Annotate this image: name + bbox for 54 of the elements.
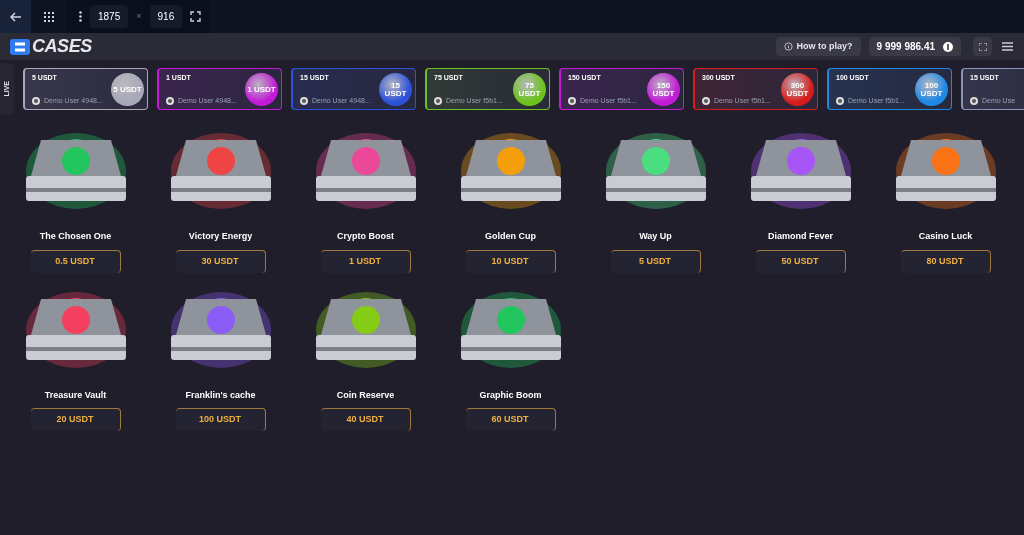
- user-avatar-icon: [300, 96, 308, 105]
- back-arrow-icon: [9, 11, 22, 22]
- price-button[interactable]: 0.5 USDT: [30, 249, 121, 273]
- user-avatar-icon: [32, 96, 40, 105]
- price-button[interactable]: 1 USDT: [320, 249, 411, 273]
- back-button[interactable]: [0, 0, 31, 33]
- times-sign: ×: [136, 9, 142, 23]
- price-button[interactable]: 50 USDT: [755, 249, 846, 273]
- width-field[interactable]: 1875: [90, 5, 129, 28]
- info-icon: [783, 42, 793, 51]
- price-button[interactable]: 100 USDT: [175, 408, 266, 431]
- case-title: Crypto Boost: [337, 230, 394, 243]
- price-button[interactable]: 80 USDT: [900, 249, 991, 273]
- case-title: Graphic Boom: [479, 388, 542, 402]
- case-title: Diamond Fever: [768, 230, 833, 243]
- logo-icon: [10, 38, 30, 55]
- price-button[interactable]: 5 USDT: [610, 249, 701, 273]
- case-title: Victory Energy: [188, 230, 253, 243]
- how-to-play-button[interactable]: How to play?: [775, 37, 861, 56]
- user-avatar-icon: [702, 96, 710, 105]
- coin-badge: 300 USDT: [781, 73, 814, 106]
- coin-badge: 100 USDT: [915, 73, 948, 106]
- user-avatar-icon: [970, 96, 978, 105]
- height-field[interactable]: 916: [149, 5, 183, 28]
- price-button[interactable]: 20 USDT: [30, 408, 121, 431]
- user-avatar-icon: [568, 96, 576, 105]
- coin-badge: 75 USDT: [513, 73, 546, 106]
- case-title: Way Up: [639, 230, 672, 243]
- expand-button[interactable]: [973, 37, 992, 56]
- case-title: Treasure Vault: [44, 388, 107, 402]
- coin-badge: 1 USDT: [245, 73, 278, 106]
- case-title: Golden Cup: [485, 230, 536, 243]
- expand-icon: [978, 42, 987, 51]
- case-title: The Chosen One: [39, 230, 112, 243]
- logo-text: CASES: [32, 35, 92, 58]
- fullscreen-icon[interactable]: [190, 11, 202, 22]
- grid-icon: [44, 11, 54, 22]
- coin-badge: 150 USDT: [647, 73, 680, 106]
- user-avatar-icon: [836, 96, 844, 105]
- case-title: Casino Luck: [918, 230, 973, 243]
- more-icon[interactable]: [79, 11, 82, 22]
- user-avatar-icon: [434, 96, 442, 105]
- case-title: Coin Reserve: [336, 388, 395, 402]
- coin-badge: 15 USDT: [379, 73, 412, 106]
- price-button[interactable]: 10 USDT: [465, 249, 556, 273]
- balance-display: 9 999 986.41: [868, 37, 961, 56]
- menu-icon: [1001, 42, 1013, 51]
- coin-badge: 5 USDT: [111, 73, 144, 106]
- price-button[interactable]: 40 USDT: [320, 408, 411, 431]
- price-button[interactable]: 60 USDT: [465, 408, 556, 431]
- case-title: Franklin's cache: [185, 388, 256, 402]
- price-button[interactable]: 30 USDT: [175, 249, 266, 273]
- coin-icon: [943, 41, 953, 52]
- user-avatar-icon: [166, 96, 174, 105]
